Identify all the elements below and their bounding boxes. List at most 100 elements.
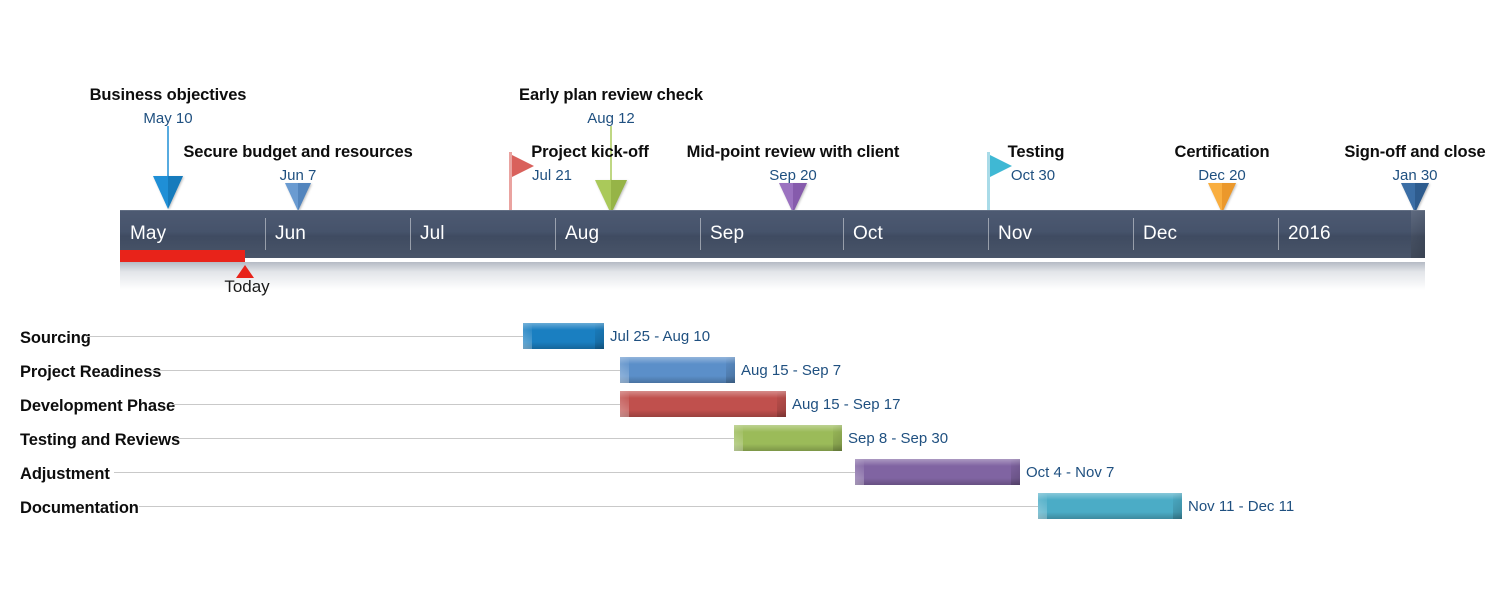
milestone-stem	[167, 126, 169, 176]
bar-bevel	[1038, 493, 1182, 500]
bar-bevel	[734, 425, 743, 451]
bar-bevel	[620, 357, 629, 383]
timeline-band[interactable]: May Jun Jul Aug Sep Oct Nov Dec 2016	[120, 210, 1425, 262]
month-label-nov[interactable]: Nov	[998, 223, 1032, 245]
bar-bevel	[620, 357, 735, 364]
bar-bevel	[620, 391, 786, 398]
milestone-title: Secure budget and resources	[183, 143, 413, 161]
task-bar[interactable]	[855, 459, 1020, 485]
bar-bevel	[734, 444, 842, 451]
task-bar[interactable]	[620, 391, 786, 417]
task-leader-line	[139, 506, 1038, 507]
bar-bevel	[1173, 493, 1182, 519]
milestone-date: Aug 12	[587, 110, 635, 127]
bar-bevel	[595, 323, 604, 349]
month-divider	[265, 218, 266, 250]
task-name: Adjustment	[20, 465, 110, 483]
month-divider	[555, 218, 556, 250]
task-leader-line	[172, 404, 620, 405]
bar-bevel	[620, 410, 786, 417]
gantt-chart: Business objectives May 10 Secure budget a…	[0, 0, 1507, 610]
milestone-title: Sign-off and close	[1344, 143, 1486, 161]
task-row[interactable]: Sourcing Jul 25 - Aug 10	[0, 322, 1507, 356]
milestone-cone-shade	[298, 183, 311, 211]
milestone-cone-shade	[1415, 183, 1429, 213]
flag-icon	[990, 155, 1012, 177]
bar-bevel	[833, 425, 842, 451]
bar-bevel	[726, 357, 735, 383]
month-label-may[interactable]: May	[130, 223, 166, 245]
milestone-date: Oct 30	[1010, 167, 1056, 184]
milestone-title: Mid-point review with client	[686, 143, 900, 161]
task-date-range: Aug 15 - Sep 7	[741, 362, 842, 379]
task-bar[interactable]	[1038, 493, 1182, 519]
milestone-date: Jul 21	[531, 167, 573, 184]
task-bar[interactable]	[734, 425, 842, 451]
bar-bevel	[855, 459, 1020, 466]
month-divider	[843, 218, 844, 250]
milestone-title: Certification	[1174, 143, 1270, 161]
bar-bevel	[1038, 493, 1047, 519]
bar-bevel	[855, 478, 1020, 485]
bar-bevel	[777, 391, 786, 417]
bar-bevel	[855, 459, 864, 485]
task-date-range: Sep 8 - Sep 30	[848, 430, 949, 447]
bar-bevel	[523, 323, 604, 330]
today-label: Today	[224, 277, 270, 296]
task-row[interactable]: Development Phase Aug 15 - Sep 17	[0, 390, 1507, 424]
month-divider	[988, 218, 989, 250]
task-date-range: Jul 25 - Aug 10	[610, 328, 711, 345]
task-name: Sourcing	[20, 329, 91, 347]
bar-bevel	[1011, 459, 1020, 485]
month-label-oct[interactable]: Oct	[853, 223, 883, 245]
month-label-sep[interactable]: Sep	[710, 223, 744, 245]
task-leader-line	[174, 438, 734, 439]
flag-icon	[512, 155, 534, 177]
month-divider	[700, 218, 701, 250]
milestone-title: Testing	[1007, 143, 1065, 161]
bar-bevel	[620, 376, 735, 383]
timeline-reflection	[120, 262, 1425, 290]
task-date-range: Aug 15 - Sep 17	[792, 396, 901, 413]
task-leader-line	[114, 472, 855, 473]
task-name: Testing and Reviews	[20, 431, 181, 449]
task-name: Documentation	[20, 499, 139, 517]
month-label-jul[interactable]: Jul	[420, 223, 445, 245]
task-row[interactable]: Adjustment Oct 4 - Nov 7	[0, 458, 1507, 492]
task-row[interactable]: Documentation Nov 11 - Dec 11	[0, 492, 1507, 526]
month-label-jun[interactable]: Jun	[275, 223, 306, 245]
bar-bevel	[523, 342, 604, 349]
milestone-date: Jan 30	[1392, 167, 1438, 184]
task-row[interactable]: Testing and Reviews Sep 8 - Sep 30	[0, 424, 1507, 458]
bar-bevel	[620, 391, 629, 417]
task-leader-line	[86, 336, 523, 337]
today-progress-bar	[120, 250, 245, 262]
month-label-2016[interactable]: 2016	[1288, 223, 1331, 245]
month-divider	[410, 218, 411, 250]
task-name: Project Readiness	[20, 363, 162, 381]
bar-bevel	[523, 323, 532, 349]
milestone-title: Project kick-off	[531, 143, 649, 161]
milestone-date: May 10	[143, 110, 193, 127]
milestone-date: Jun 7	[279, 167, 317, 184]
milestone-cone-shade	[1222, 183, 1236, 213]
month-label-dec[interactable]: Dec	[1143, 223, 1177, 245]
milestone-title: Early plan review check	[519, 86, 703, 104]
task-bar[interactable]	[620, 357, 735, 383]
milestone-cone-shade	[611, 180, 627, 214]
month-divider	[1133, 218, 1134, 250]
milestone-cone-shade	[793, 183, 807, 213]
task-row[interactable]: Project Readiness Aug 15 - Sep 7	[0, 356, 1507, 390]
task-date-range: Nov 11 - Dec 11	[1188, 498, 1295, 515]
bar-bevel	[1038, 512, 1182, 519]
bar-bevel	[734, 425, 842, 432]
task-name: Development Phase	[20, 397, 176, 415]
milestone-date: Dec 20	[1198, 167, 1246, 184]
task-date-range: Oct 4 - Nov 7	[1026, 464, 1115, 481]
milestone-date: Sep 20	[769, 167, 817, 184]
task-bar[interactable]	[523, 323, 604, 349]
task-leader-line	[152, 370, 620, 371]
milestone-cone-shade	[168, 176, 183, 209]
milestone-title: Business objectives	[89, 86, 247, 104]
month-label-aug[interactable]: Aug	[565, 223, 599, 245]
